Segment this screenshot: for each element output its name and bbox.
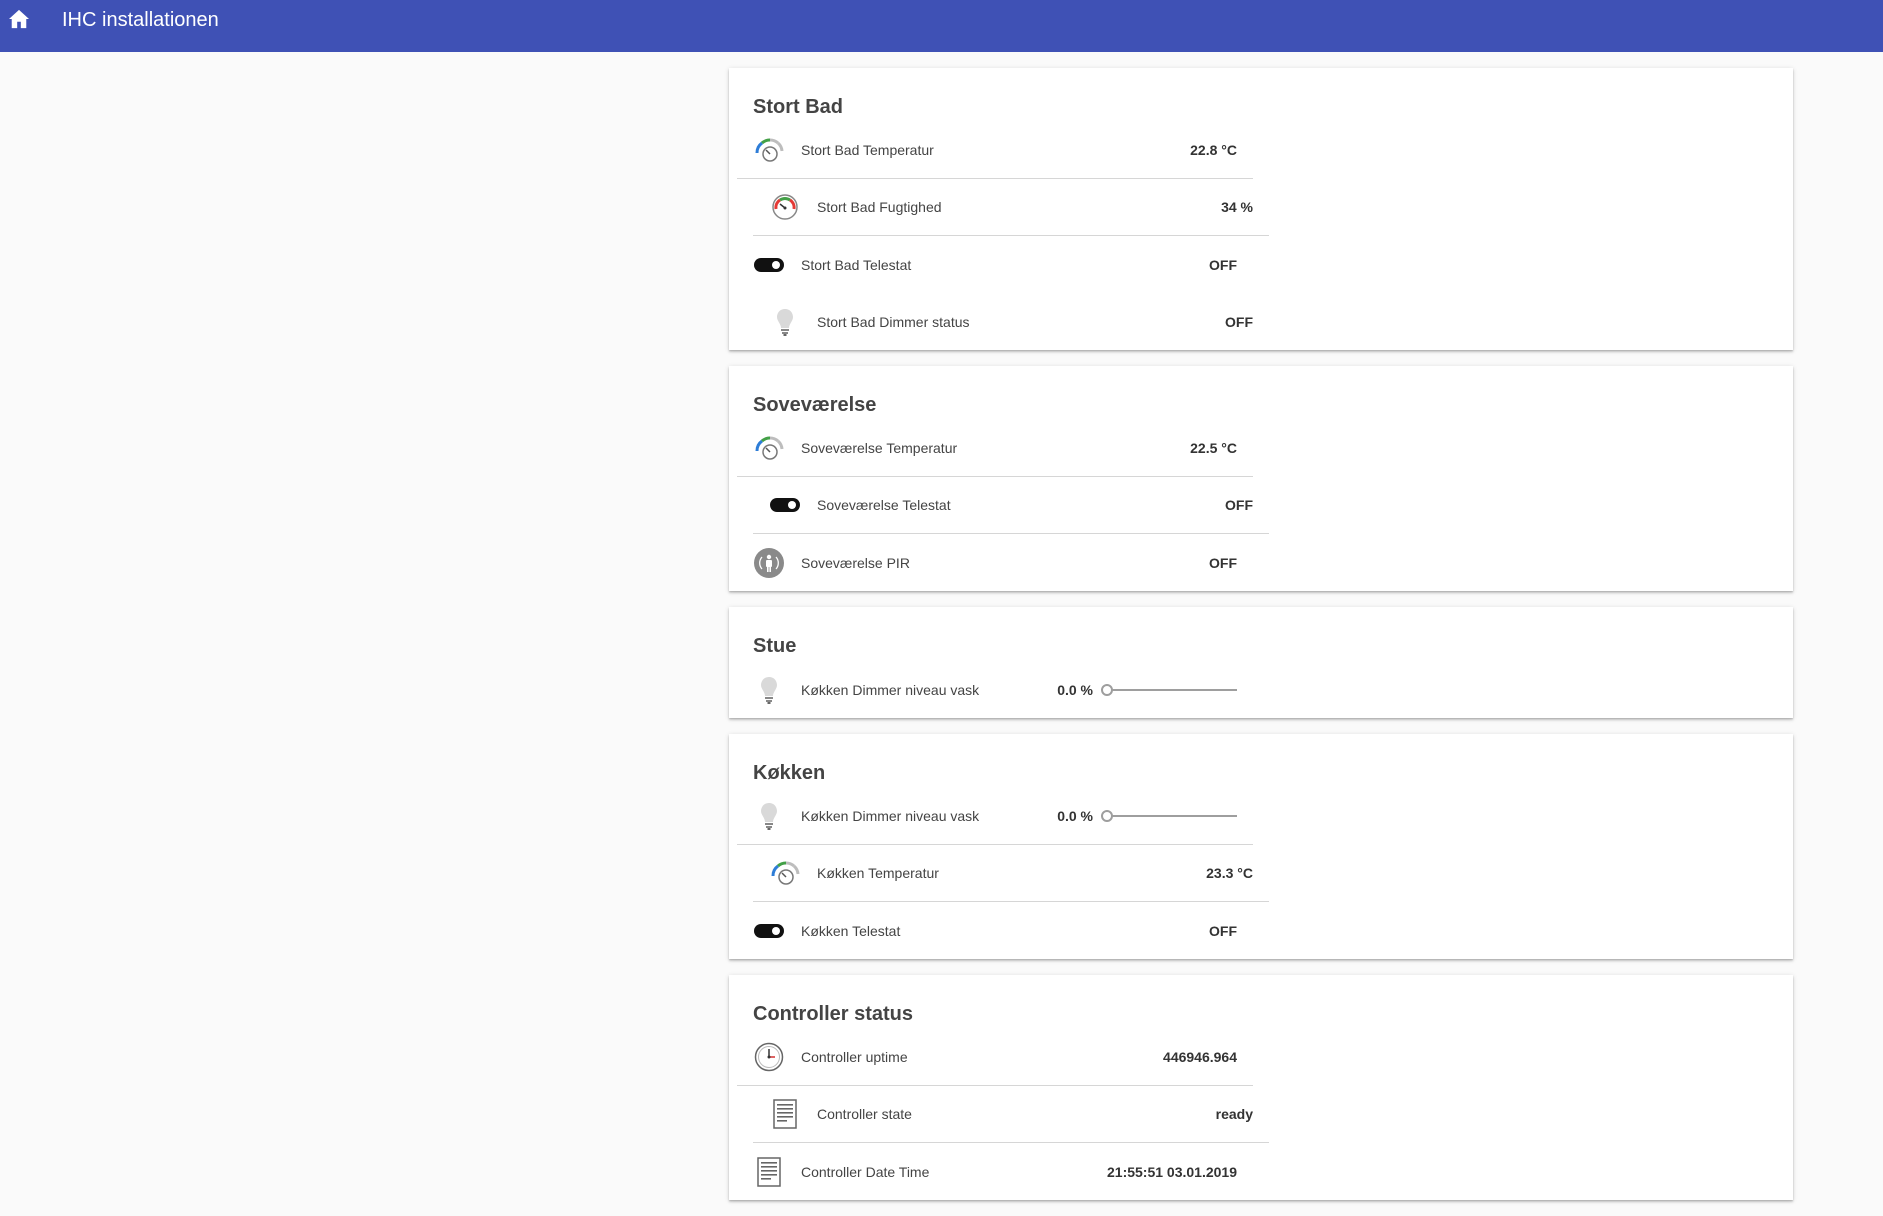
entity-value: 23.3 °C xyxy=(1206,865,1253,881)
entity-grid: Soveværelse Temperatur 22.5 °C Soveværelse… xyxy=(729,420,1793,591)
clock-icon xyxy=(753,1041,785,1073)
entity-label: Stort Bad Telestat xyxy=(801,256,912,273)
entity-row-sovevaerelse-telestat[interactable]: Soveværelse Telestat OFF xyxy=(753,477,1269,534)
entity-row-koekken-temperatur[interactable]: Køkken Temperatur 23.3 °C xyxy=(753,845,1269,902)
entity-grid: Køkken Dimmer niveau vask 0.0 % Køkken Tem… xyxy=(729,788,1793,959)
entity-label: Køkken Telestat xyxy=(801,922,901,939)
card-title: Stue xyxy=(753,635,797,657)
entity-row-controller-date-time[interactable]: Controller Date Time 21:55:51 03.01.2019 xyxy=(737,1143,1253,1200)
card-controller-status: Controller status Controller uptime 446946… xyxy=(729,975,1793,1200)
card-title: Køkken xyxy=(753,762,826,784)
document-icon xyxy=(753,1156,785,1188)
entity-row-sovevaerelse-temperatur[interactable]: Soveværelse Temperatur 22.5 °C xyxy=(737,420,1253,477)
entity-label: Controller uptime xyxy=(801,1049,908,1065)
entity-value: OFF xyxy=(1225,497,1253,513)
slider-track xyxy=(1107,688,1237,691)
entity-value: ready xyxy=(1215,1106,1253,1122)
card-title: Stort Bad xyxy=(753,96,843,118)
entity-label: Soveværelse Temperatur xyxy=(801,440,958,456)
entity-label: Køkken Dimmer niveau vask xyxy=(801,808,980,824)
entity-row-sovevaerelse-pir[interactable]: Soveværelse PIR OFF xyxy=(737,534,1253,591)
app-bar: IHC installationen xyxy=(0,0,1883,52)
entity-row-controller-uptime[interactable]: Controller uptime 446946.964 xyxy=(737,1029,1253,1086)
entity-row-stort-bad-fugtighed[interactable]: Stort Bad Fugtighed 34 % xyxy=(753,179,1269,236)
slider-track xyxy=(1107,815,1237,817)
slider-thumb[interactable] xyxy=(1101,683,1113,696)
dimmer-slider[interactable] xyxy=(1101,806,1237,826)
entity-label: Soveværelse PIR xyxy=(801,554,910,571)
entity-row-controller-state[interactable]: Controller state ready xyxy=(753,1086,1269,1143)
entity-value: OFF xyxy=(1209,554,1237,571)
entity-value: 446946.964 xyxy=(1163,1049,1237,1065)
card-stort-bad: Stort Bad Stort Bad Temperatur 22.8 °C Stor… xyxy=(729,68,1793,350)
thermometer-gauge-icon xyxy=(769,857,801,889)
app-title: IHC installationen xyxy=(62,8,219,31)
thermometer-gauge-icon xyxy=(753,134,785,166)
entity-value: 0.0 % xyxy=(1057,808,1093,824)
thermometer-gauge-icon xyxy=(753,432,785,464)
entity-label: Controller Date Time xyxy=(801,1163,930,1180)
humidity-gauge-icon xyxy=(769,191,801,223)
entity-label: Køkken Temperatur xyxy=(817,865,939,881)
entity-value: OFF xyxy=(1225,313,1253,330)
card-sovevaerelse: Soveværelse Soveværelse Temperatur 22.5 °C… xyxy=(729,366,1793,591)
slider-thumb[interactable] xyxy=(1101,810,1113,822)
toggle-icon xyxy=(753,915,785,947)
entity-grid: Controller uptime 446946.964 Controller st… xyxy=(729,1029,1793,1200)
entity-grid: Stort Bad Temperatur 22.8 °C Stort Bad Fug… xyxy=(729,122,1793,350)
entity-row-koekken-dimmer-niveau-vask[interactable]: Køkken Dimmer niveau vask 0.0 % xyxy=(737,661,1253,718)
entity-value: 21:55:51 03.01.2019 xyxy=(1107,1163,1237,1180)
card-stue: Stue Køkken Dimmer niveau vask 0.0 % xyxy=(729,607,1793,718)
lightbulb-icon xyxy=(753,800,785,832)
lightbulb-icon xyxy=(753,674,785,706)
dashboard: Stort Bad Stort Bad Temperatur 22.8 °C Stor… xyxy=(729,68,1793,1216)
motion-sensor-icon xyxy=(753,547,785,579)
entity-value: 0.0 % xyxy=(1057,681,1093,698)
entity-row-koekken-telestat[interactable]: Køkken Telestat OFF xyxy=(737,902,1253,959)
toggle-icon xyxy=(753,249,785,281)
card-koekken: Køkken Køkken Dimmer niveau vask 0.0 % Køkk… xyxy=(729,734,1793,959)
toggle-icon xyxy=(769,489,801,521)
home-icon xyxy=(9,9,29,29)
document-icon xyxy=(769,1098,801,1130)
entity-label: Køkken Dimmer niveau vask xyxy=(801,681,980,698)
entity-label: Stort Bad Fugtighed xyxy=(817,199,942,215)
home-button[interactable] xyxy=(2,2,36,36)
entity-value: 34 % xyxy=(1221,199,1253,215)
entity-row-stort-bad-dimmer-status[interactable]: Stort Bad Dimmer status OFF xyxy=(753,293,1269,350)
card-title: Soveværelse xyxy=(753,394,877,416)
entity-label: Stort Bad Temperatur xyxy=(801,142,934,158)
entity-row-stort-bad-telestat[interactable]: Stort Bad Telestat OFF xyxy=(737,236,1253,293)
entity-row-stort-bad-temperatur[interactable]: Stort Bad Temperatur 22.8 °C xyxy=(737,122,1253,179)
entity-value: 22.8 °C xyxy=(1190,142,1237,158)
entity-label: Soveværelse Telestat xyxy=(817,497,951,513)
lightbulb-icon xyxy=(769,306,801,338)
entity-value: 22.5 °C xyxy=(1190,440,1237,456)
entity-value: OFF xyxy=(1209,256,1237,273)
dimmer-slider[interactable] xyxy=(1101,680,1237,700)
entity-row-koekken-dimmer-niveau-vask[interactable]: Køkken Dimmer niveau vask 0.0 % xyxy=(737,788,1253,845)
entity-value: OFF xyxy=(1209,922,1237,939)
card-title: Controller status xyxy=(753,1003,914,1025)
entity-label: Controller state xyxy=(817,1106,912,1122)
entity-label: Stort Bad Dimmer status xyxy=(817,313,970,330)
entity-grid: Køkken Dimmer niveau vask 0.0 % xyxy=(729,661,1793,718)
